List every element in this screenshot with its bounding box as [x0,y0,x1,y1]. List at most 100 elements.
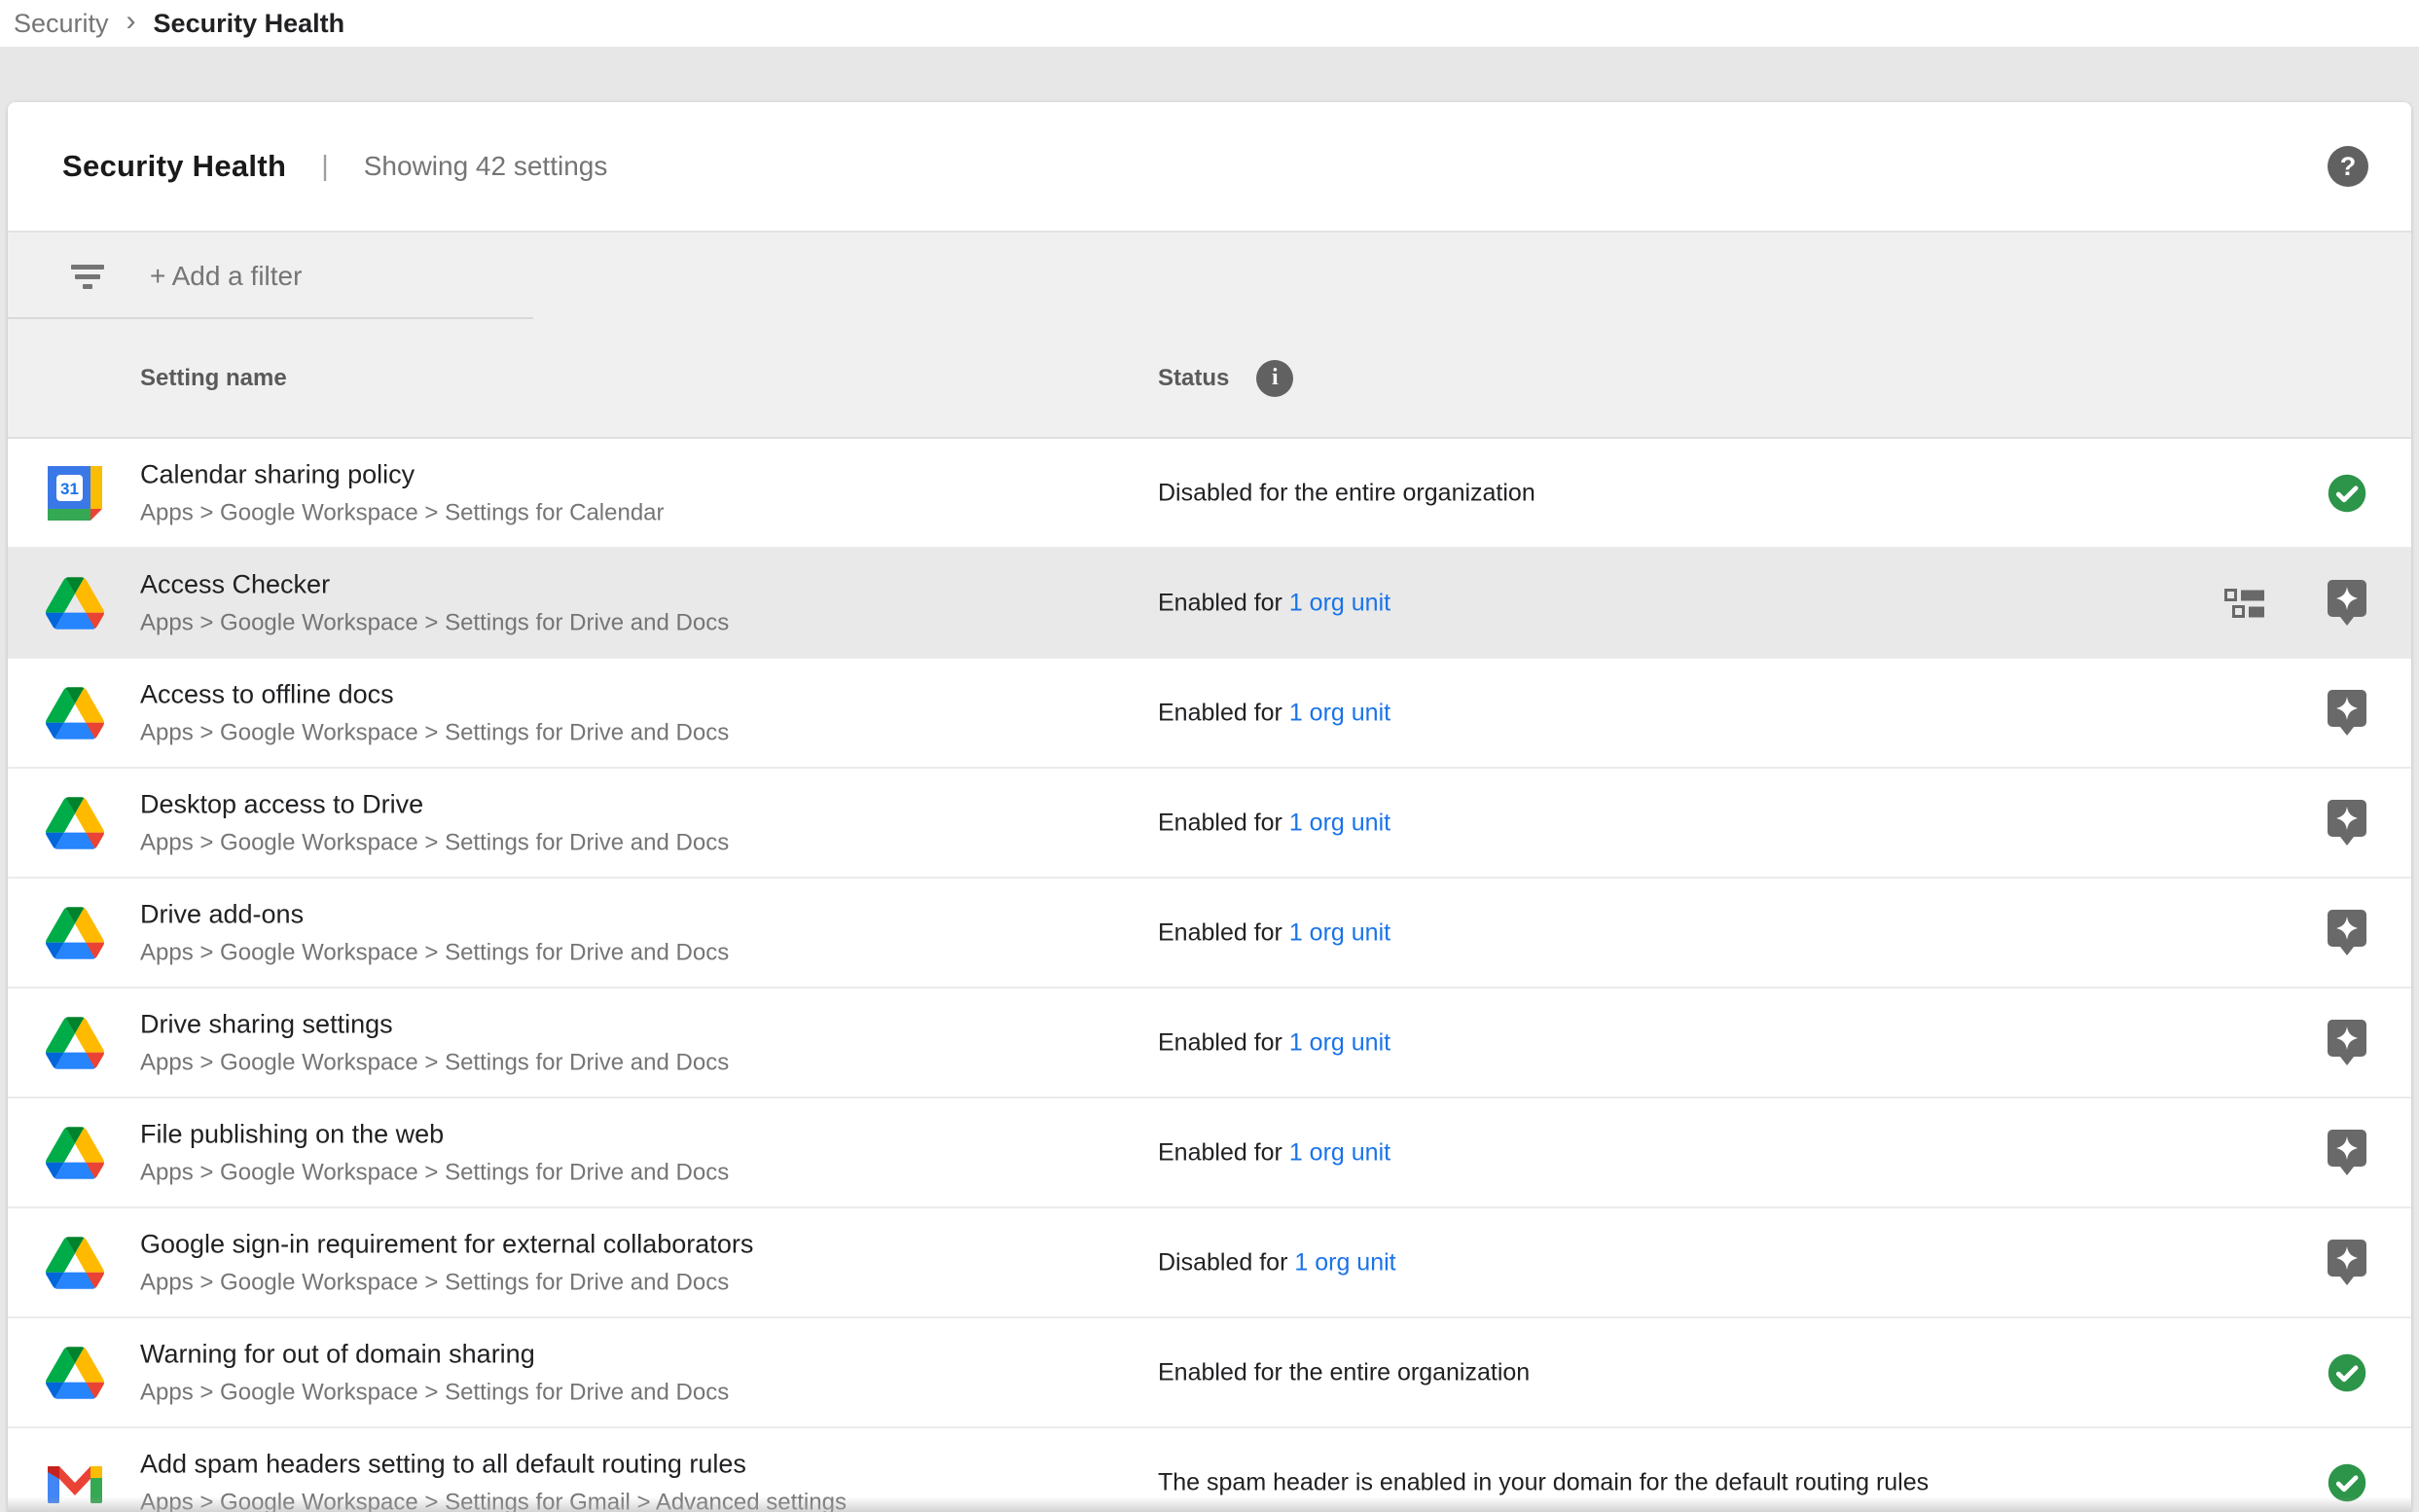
filter-bar: + Add a filter [8,233,2411,319]
app-icon-wrap [45,1453,105,1512]
status-cell: Enabled for 1 org unit [1158,809,1390,837]
recommendation-flag-icon[interactable] [2326,1019,2368,1067]
status-cell: Enabled for the entire organization [1158,1358,1530,1386]
status-ok-icon [2326,469,2368,518]
app-icon-wrap [45,1233,105,1293]
status-cell: Enabled for 1 org unit [1158,1028,1390,1057]
status-cell: Disabled for the entire organization [1158,479,1535,507]
app-icon-wrap [45,1123,105,1183]
setting-path: Apps > Google Workspace > Settings for D… [140,1269,753,1296]
drive-icon [46,687,104,739]
status-text: Enabled for [1158,699,1289,726]
setting-text: Warning for out of domain sharing Apps >… [140,1339,729,1406]
app-icon-wrap [45,573,105,633]
table-row[interactable]: Access to offline docs Apps > Google Wor… [8,659,2411,769]
setting-path: Apps > Google Workspace > Settings for D… [140,1159,729,1186]
status-text: Disabled for [1158,1248,1294,1276]
setting-text: File publishing on the web Apps > Google… [140,1119,729,1186]
setting-path: Apps > Google Workspace > Settings for D… [140,1049,729,1076]
setting-path: Apps > Google Workspace > Settings for D… [140,719,729,746]
org-unit-link[interactable]: 1 org unit [1289,809,1390,836]
app-icon-wrap [45,903,105,963]
settings-table-body: 31 Calendar sharing policy Apps > Google… [8,439,2411,1512]
svg-text:31: 31 [60,480,79,498]
org-unit-link[interactable]: 1 org unit [1294,1248,1395,1276]
setting-text: Add spam headers setting to all default … [140,1449,847,1512]
table-row[interactable]: Google sign-in requirement for external … [8,1208,2411,1318]
card-header: Security Health | Showing 42 settings ? [8,102,2411,233]
drive-icon [46,797,104,849]
breadcrumb-parent-link[interactable]: Security [14,9,109,39]
status-info-icon[interactable]: i [1256,360,1293,397]
status-text: Disabled for the entire organization [1158,479,1535,506]
app-icon-wrap [45,793,105,853]
setting-path: Apps > Google Workspace > Settings for D… [140,829,729,856]
drive-icon [46,1237,104,1289]
table-row[interactable]: Add spam headers setting to all default … [8,1428,2411,1512]
recommendation-flag-icon[interactable] [2326,909,2368,957]
table-column-header: Setting name Status i [8,319,2411,439]
setting-path: Apps > Google Workspace > Settings for D… [140,1379,729,1406]
table-row[interactable]: Drive add-ons Apps > Google Workspace > … [8,879,2411,989]
column-status: Status i [1158,360,1293,397]
table-row[interactable]: Warning for out of domain sharing Apps >… [8,1318,2411,1428]
setting-name: Warning for out of domain sharing [140,1339,729,1369]
table-row[interactable]: 31 Calendar sharing policy Apps > Google… [8,439,2411,549]
breadcrumb-current: Security Health [154,9,345,39]
add-filter-button[interactable]: + Add a filter [150,261,302,292]
recommendation-flag-icon[interactable] [2326,579,2368,628]
title-divider: | [321,151,329,183]
breadcrumb-chevron-icon: › [126,7,136,40]
setting-name: Add spam headers setting to all default … [140,1449,847,1479]
status-text: The spam header is enabled in your domai… [1158,1468,1929,1495]
app-icon-wrap [45,683,105,743]
status-cell: The spam header is enabled in your domai… [1158,1468,1929,1496]
recommendation-flag-icon[interactable] [2326,1239,2368,1287]
setting-name: Access Checker [140,569,729,599]
setting-name: Calendar sharing policy [140,459,665,489]
status-ok-icon [2326,1458,2368,1507]
table-row[interactable]: Desktop access to Drive Apps > Google Wo… [8,769,2411,879]
status-cell: Disabled for 1 org unit [1158,1248,1396,1277]
drive-icon [46,1127,104,1179]
recommendation-flag-icon[interactable] [2326,1129,2368,1177]
status-cell: Enabled for 1 org unit [1158,1138,1390,1167]
setting-text: Google sign-in requirement for external … [140,1229,753,1296]
setting-name: Access to offline docs [140,679,729,709]
status-text: Enabled for [1158,918,1289,946]
table-row[interactable]: Access Checker Apps > Google Workspace >… [8,549,2411,659]
setting-text: Drive add-ons Apps > Google Workspace > … [140,899,729,966]
org-unit-link[interactable]: 1 org unit [1289,589,1390,616]
setting-name: Desktop access to Drive [140,789,729,819]
org-unit-link[interactable]: 1 org unit [1289,918,1390,946]
org-unit-link[interactable]: 1 org unit [1289,1028,1390,1056]
filter-icon [70,263,105,290]
recommendation-flag-icon[interactable] [2326,689,2368,738]
table-row[interactable]: Drive sharing settings Apps > Google Wor… [8,989,2411,1098]
setting-path: Apps > Google Workspace > Settings for G… [140,1489,847,1512]
app-icon-wrap [45,1013,105,1073]
drive-icon [46,1017,104,1069]
column-setting-name: Setting name [140,365,287,392]
recommendation-flag-icon[interactable] [2326,799,2368,847]
filter-and-columns-band: + Add a filter Setting name Status i [8,233,2411,439]
table-row[interactable]: File publishing on the web Apps > Google… [8,1098,2411,1208]
setting-name: Google sign-in requirement for external … [140,1229,753,1259]
setting-text: Access to offline docs Apps > Google Wor… [140,679,729,746]
column-status-label: Status [1158,365,1229,392]
setting-text: Desktop access to Drive Apps > Google Wo… [140,789,729,856]
status-text: Enabled for [1158,1138,1289,1166]
status-text: Enabled for [1158,1028,1289,1056]
security-health-card: Security Health | Showing 42 settings ? … [8,102,2411,1512]
org-unit-link[interactable]: 1 org unit [1289,1138,1390,1166]
status-cell: Enabled for 1 org unit [1158,589,1390,617]
help-button[interactable]: ? [2328,146,2368,187]
setting-text: Calendar sharing policy Apps > Google Wo… [140,459,665,526]
org-structure-icon[interactable] [2224,587,2269,620]
setting-path: Apps > Google Workspace > Settings for C… [140,499,665,526]
status-text: Enabled for [1158,589,1289,616]
settings-count: Showing 42 settings [364,151,608,182]
status-text: Enabled for [1158,809,1289,836]
drive-icon [46,907,104,959]
org-unit-link[interactable]: 1 org unit [1289,699,1390,726]
